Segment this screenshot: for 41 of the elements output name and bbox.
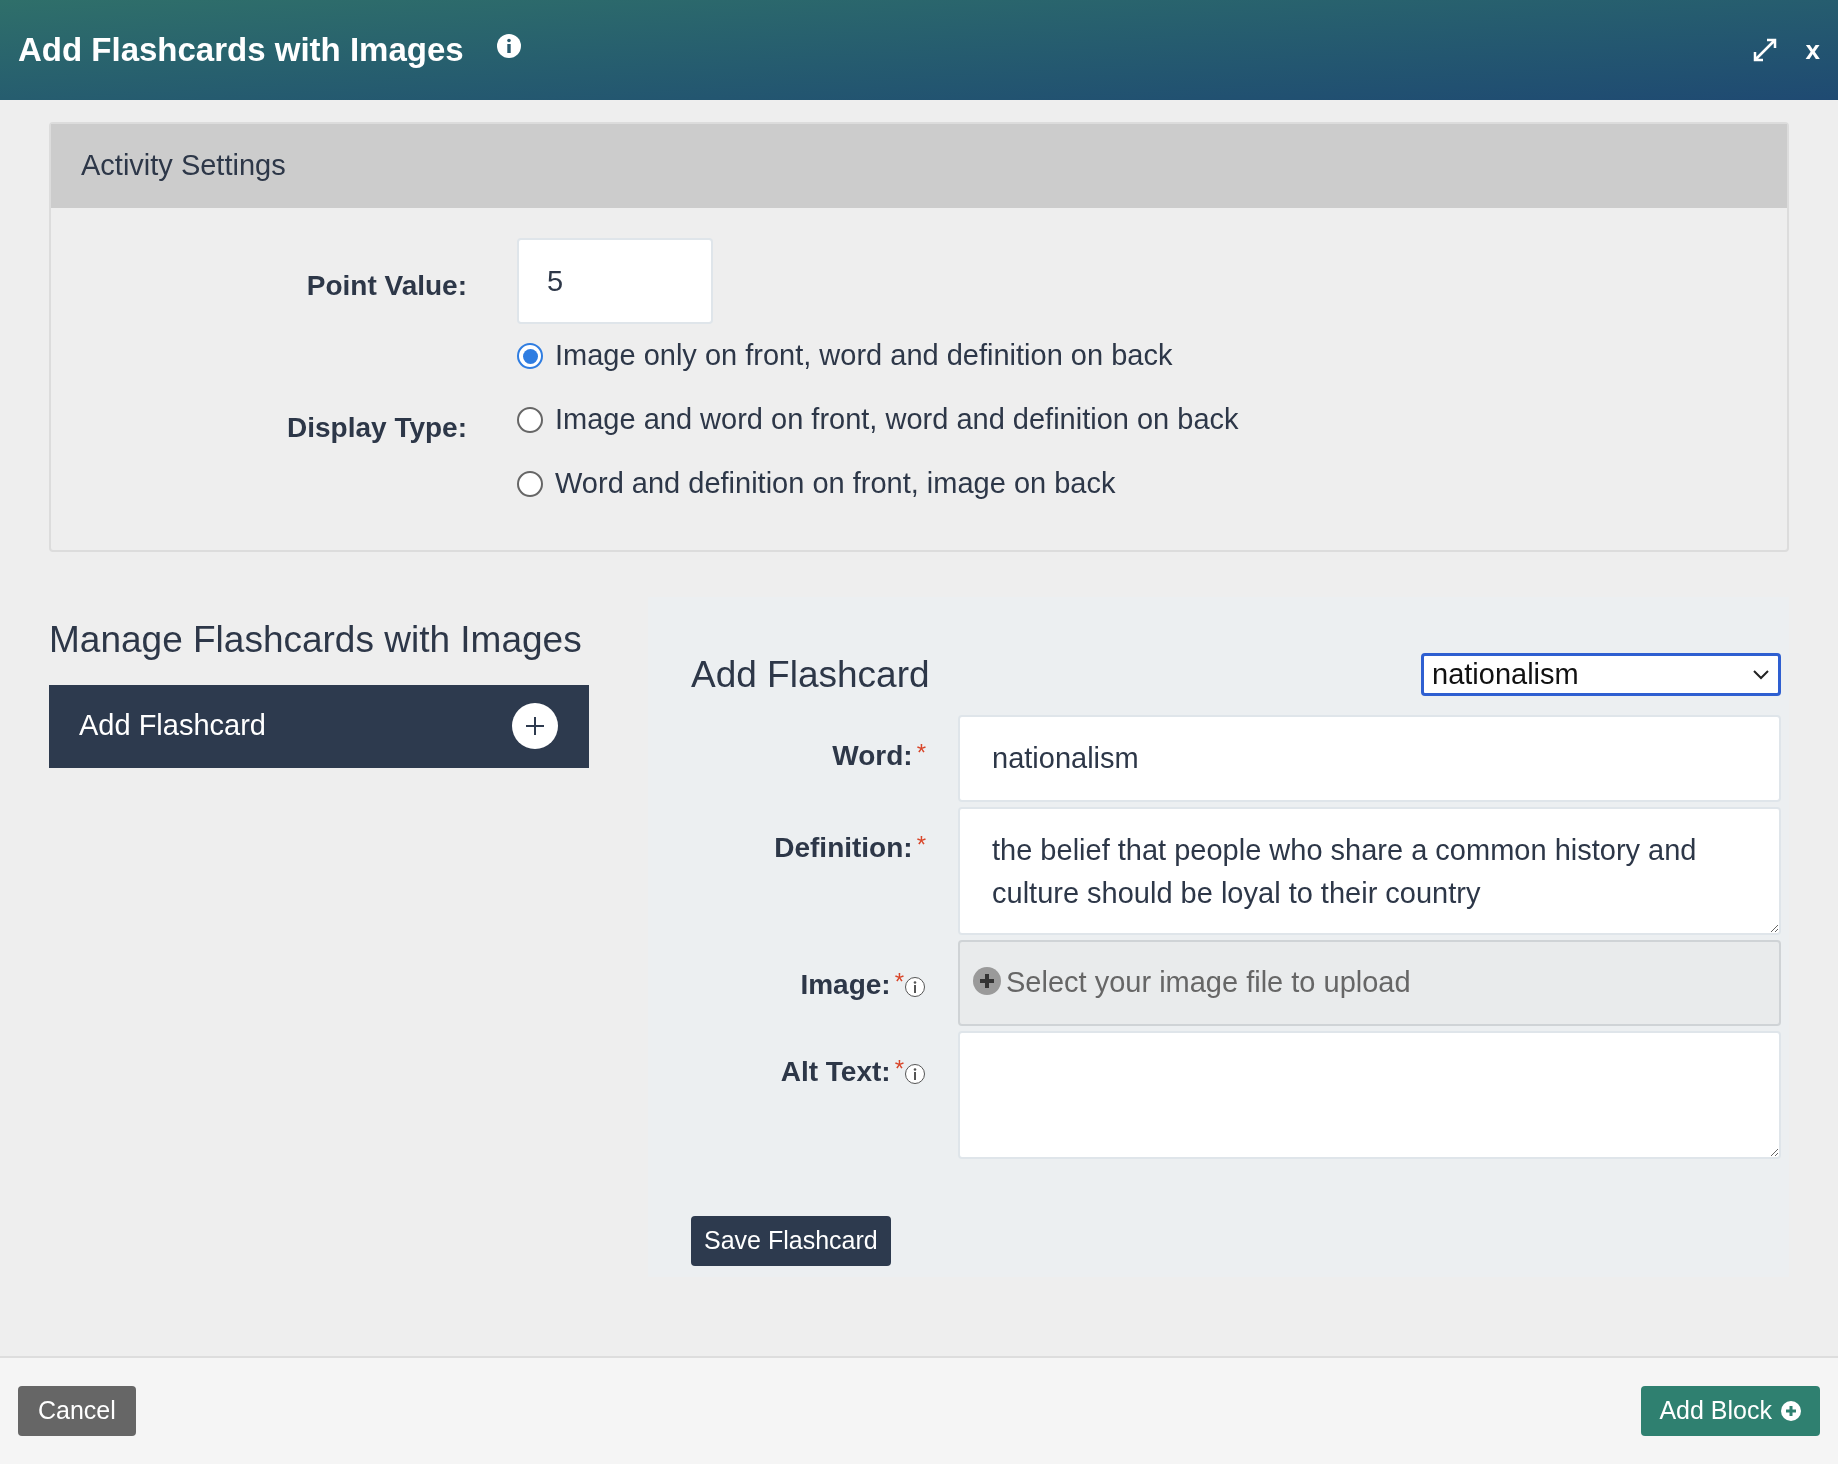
definition-field[interactable]: the belief that people who share a common history and culture should be loyal to their country <box>958 806 1781 935</box>
panel-title: Activity Settings <box>81 148 286 184</box>
close-button[interactable]: x <box>1805 30 1820 70</box>
add-flashcard-item[interactable]: Add Flashcard <box>49 684 589 768</box>
section-title: Manage Flashcards with Images <box>49 618 583 662</box>
plus-icon <box>1780 1400 1802 1422</box>
expand-icon[interactable] <box>1751 37 1778 63</box>
point-value-field[interactable]: 5 <box>517 238 713 324</box>
info-icon <box>904 975 926 998</box>
radio-button[interactable] <box>517 343 543 369</box>
chevron-down-icon <box>1752 668 1770 681</box>
radio-label: Word and definition on front, image on back <box>555 466 1116 502</box>
field-label: Alt Text: <box>780 1054 891 1089</box>
required-mark: * <box>916 737 926 768</box>
field-label: Definition: <box>774 830 913 865</box>
required-mark: * <box>916 829 926 860</box>
info-icon <box>904 1062 926 1085</box>
save-flashcard-button[interactable]: Save Flashcard <box>691 1215 891 1266</box>
add-block-button[interactable]: Add Block <box>1641 1386 1820 1436</box>
field-label: Word: <box>832 738 913 773</box>
word-field[interactable]: nationalism <box>958 714 1781 802</box>
radio-label: Image and word on front, word and definition on back <box>555 402 1239 438</box>
info-icon[interactable] <box>495 33 522 59</box>
cancel-button[interactable]: Cancel <box>18 1386 136 1436</box>
required-mark: * <box>894 966 904 997</box>
field-label: Image: <box>800 967 891 1002</box>
display-type-label: Display Type: <box>287 411 467 445</box>
plus-icon[interactable] <box>511 702 559 750</box>
alt-text-field[interactable] <box>958 1030 1781 1159</box>
flashcard-select[interactable]: nationalism <box>1421 653 1781 697</box>
upload-placeholder: Select your image file to upload <box>1006 964 1411 1000</box>
radio-button[interactable] <box>517 471 543 497</box>
radio-button[interactable] <box>517 407 543 433</box>
plus-icon <box>972 965 1002 996</box>
window-title: Add Flashcards with Images <box>18 30 464 71</box>
radio-label: Image only on front, word and definition on back <box>555 338 1173 374</box>
editor-title: Add Flashcard <box>691 653 930 697</box>
item-label: Add Flashcard <box>79 708 266 744</box>
point-value-label: Point Value: <box>306 269 467 303</box>
required-mark: * <box>894 1053 904 1084</box>
image-upload-field[interactable]: Select your image file to upload <box>958 939 1781 1026</box>
